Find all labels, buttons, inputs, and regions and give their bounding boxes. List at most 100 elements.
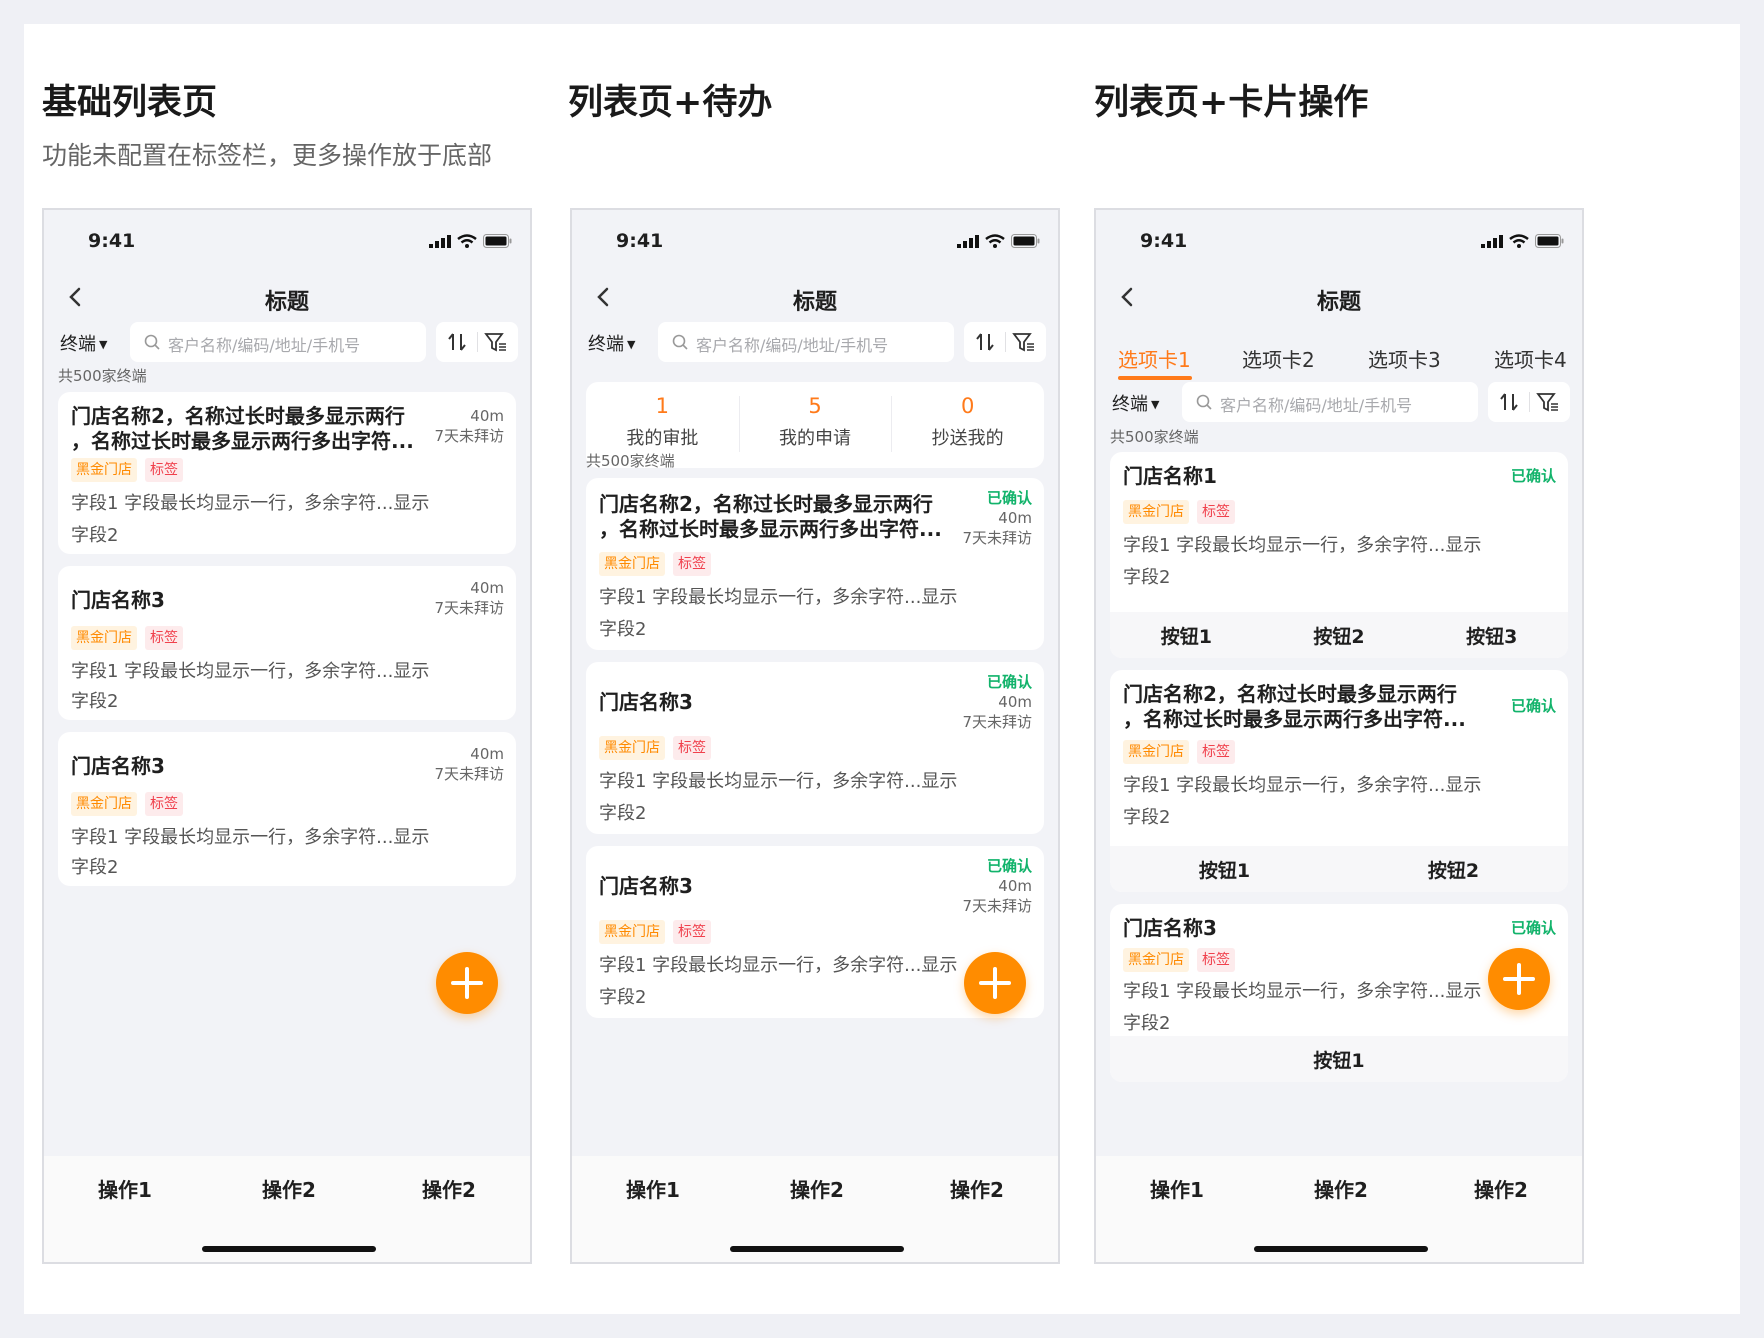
- confirmed-status: 已确认: [1510, 467, 1556, 485]
- action-1-button[interactable]: 操作1: [1150, 1174, 1204, 1203]
- store-card[interactable]: 门店名称3 40m 7天未拜访 黑金门店 标签 字段1 字段最长均显示一行，多余字符…: [58, 566, 516, 720]
- tag-gold-store: 黑金门店: [599, 736, 665, 760]
- sort-icon[interactable]: [1498, 391, 1520, 413]
- store-card[interactable]: 门店名称2，名称过长时最多显示两行 ，名称过长时最多显示两行多出字符... 已确认…: [1110, 670, 1568, 892]
- add-fab-button[interactable]: [1488, 948, 1550, 1010]
- field-1: 字段1 字段最长均显示一行，多余字符...显示: [599, 955, 958, 976]
- distance: 40m: [470, 407, 504, 425]
- store-name-line2: ，名称过长时最多显示两行多出字符...: [1123, 707, 1466, 731]
- result-count: 共500家终端: [1110, 428, 1199, 446]
- store-name: 门店名称3: [599, 690, 693, 714]
- terminal-dropdown[interactable]: 终端 ▼: [588, 330, 635, 356]
- tab-active-indicator: [1118, 376, 1192, 380]
- nav-bar: 标题: [572, 272, 1058, 328]
- tab-4[interactable]: 选项卡4: [1494, 344, 1567, 373]
- status-time: 9:41: [88, 230, 136, 252]
- search-input[interactable]: 客户名称/编码/地址/手机号: [658, 322, 954, 362]
- terminal-label: 终端: [588, 334, 624, 355]
- terminal-dropdown[interactable]: 终端 ▼: [60, 330, 107, 356]
- action-2-button[interactable]: 操作2: [1314, 1174, 1368, 1203]
- store-card[interactable]: 门店名称2，名称过长时最多显示两行 ，名称过长时最多显示两行多出字符... 40m…: [58, 392, 516, 554]
- todo-cc[interactable]: 0 抄送我的: [891, 382, 1044, 468]
- card-button-2[interactable]: 按钮2: [1263, 612, 1416, 658]
- field-2: 字段2: [599, 803, 647, 824]
- distance: 40m: [998, 693, 1032, 711]
- caret-down-icon: ▼: [1151, 398, 1160, 411]
- field-1: 字段1 字段最长均显示一行，多余字符...显示: [599, 587, 958, 608]
- card-button-2[interactable]: 按钮2: [1339, 846, 1568, 892]
- search-placeholder: 客户名称/编码/地址/手机号: [1220, 396, 1413, 415]
- action-3-button[interactable]: 操作2: [1474, 1174, 1528, 1203]
- todo-count: 5: [808, 394, 822, 418]
- result-count: 共500家终端: [58, 367, 147, 385]
- filter-icon[interactable]: [1536, 391, 1560, 413]
- search-placeholder: 客户名称/编码/地址/手机号: [168, 336, 361, 355]
- add-fab-button[interactable]: [964, 952, 1026, 1014]
- wifi-icon: [985, 234, 1005, 248]
- store-card[interactable]: 门店名称1 已确认 黑金门店 标签 字段1 字段最长均显示一行，多余字符...显示…: [1110, 452, 1568, 658]
- caret-down-icon: ▼: [99, 338, 108, 351]
- action-3-button[interactable]: 操作2: [422, 1174, 476, 1203]
- phone-list-todo: 9:41 标题 终端 ▼ 客户名称/编码/地址/手机号 1 我的审批 5 我的申…: [570, 208, 1060, 1264]
- search-input[interactable]: 客户名称/编码/地址/手机号: [130, 322, 426, 362]
- tag-gold-store: 黑金门店: [71, 792, 137, 816]
- store-card[interactable]: 门店名称3 已确认 40m 7天未拜访 黑金门店 标签 字段1 字段最长均显示一行，多…: [586, 662, 1044, 834]
- card-button-bar: 按钮1: [1110, 1036, 1568, 1082]
- confirmed-status: 已确认: [986, 489, 1032, 507]
- card-button-bar: 按钮1 按钮2: [1110, 846, 1568, 892]
- sort-icon[interactable]: [974, 331, 996, 353]
- tab-3[interactable]: 选项卡3: [1368, 344, 1441, 373]
- distance: 40m: [470, 745, 504, 763]
- visit-status: 7天未拜访: [434, 765, 504, 783]
- card-button-bar: 按钮1 按钮2 按钮3: [1110, 612, 1568, 658]
- tag-gold-store: 黑金门店: [599, 552, 665, 576]
- sort-icon[interactable]: [446, 331, 468, 353]
- tag-label: 标签: [673, 552, 711, 576]
- store-card[interactable]: 门店名称3 40m 7天未拜访 黑金门店 标签 字段1 字段最长均显示一行，多余字符…: [58, 732, 516, 886]
- store-name-line1: 门店名称2，名称过长时最多显示两行: [71, 404, 405, 428]
- card-button-1[interactable]: 按钮1: [1110, 846, 1339, 892]
- tag-label: 标签: [145, 458, 183, 482]
- todo-count: 0: [960, 394, 975, 418]
- terminal-dropdown[interactable]: 终端 ▼: [1112, 390, 1159, 416]
- store-name-line2: ，名称过长时最多显示两行多出字符...: [71, 429, 414, 453]
- home-indicator: [202, 1246, 376, 1252]
- store-name: 门店名称3: [71, 754, 165, 778]
- search-icon: [144, 334, 160, 350]
- action-1-button[interactable]: 操作1: [626, 1174, 680, 1203]
- todo-count: 1: [655, 394, 670, 418]
- confirmed-status: 已确认: [1510, 919, 1556, 937]
- filter-icon[interactable]: [1012, 331, 1036, 353]
- status-time: 9:41: [616, 230, 664, 252]
- action-2-button[interactable]: 操作2: [262, 1174, 316, 1203]
- tag-label: 标签: [145, 626, 183, 650]
- distance: 40m: [998, 877, 1032, 895]
- action-1-button[interactable]: 操作1: [98, 1174, 152, 1203]
- visit-status: 7天未拜访: [962, 897, 1032, 915]
- action-2-button[interactable]: 操作2: [790, 1174, 844, 1203]
- tag-label: 标签: [673, 736, 711, 760]
- field-2: 字段2: [1123, 807, 1171, 828]
- store-card[interactable]: 门店名称2，名称过长时最多显示两行 ，名称过长时最多显示两行多出字符... 已确认…: [586, 478, 1044, 650]
- result-count: 共500家终端: [586, 452, 675, 470]
- tag-label: 标签: [1197, 740, 1235, 764]
- section-subtitle-basic: 功能未配置在标签栏，更多操作放于底部: [42, 141, 493, 170]
- action-3-button[interactable]: 操作2: [950, 1174, 1004, 1203]
- section-title-todo: 列表页+待办: [568, 83, 773, 123]
- add-fab-button[interactable]: [436, 952, 498, 1014]
- filter-icon[interactable]: [484, 331, 508, 353]
- card-button-1[interactable]: 按钮1: [1110, 1036, 1568, 1082]
- search-input[interactable]: 客户名称/编码/地址/手机号: [1182, 382, 1478, 422]
- todo-application[interactable]: 5 我的申请: [738, 382, 892, 468]
- tab-1[interactable]: 选项卡1: [1118, 344, 1191, 373]
- wifi-icon: [1509, 234, 1529, 248]
- signal-icon: [429, 234, 451, 248]
- tab-2[interactable]: 选项卡2: [1242, 344, 1315, 373]
- card-button-3[interactable]: 按钮3: [1415, 612, 1568, 658]
- card-button-1[interactable]: 按钮1: [1110, 612, 1263, 658]
- page-title: 标题: [264, 290, 309, 315]
- battery-icon: [1011, 234, 1040, 248]
- search-row: 终端 ▼ 客户名称/编码/地址/手机号: [1096, 382, 1582, 422]
- terminal-label: 终端: [60, 334, 96, 355]
- confirmed-status: 已确认: [1510, 697, 1556, 715]
